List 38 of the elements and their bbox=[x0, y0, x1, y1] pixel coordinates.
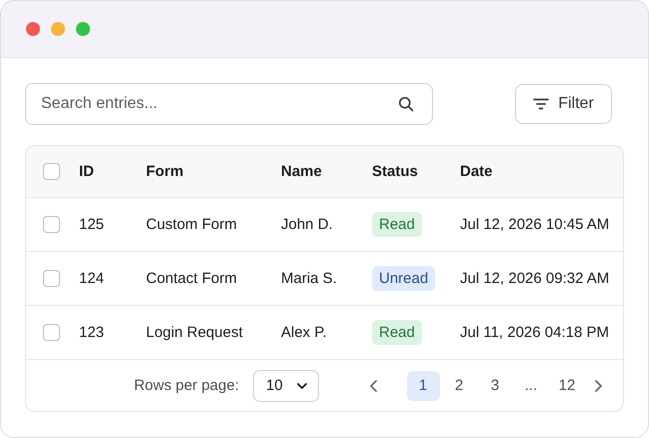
page-button[interactable]: 1 bbox=[406, 370, 440, 400]
column-header: Form bbox=[146, 163, 184, 180]
column-header: Status bbox=[372, 163, 419, 180]
column-header: Name bbox=[281, 163, 323, 180]
page-button[interactable]: 2 bbox=[442, 370, 476, 400]
table-cell-text: Jul 11, 2026 04:18 PM bbox=[460, 324, 610, 341]
table-cell-text: John D. bbox=[281, 216, 334, 233]
page-button[interactable]: 3 bbox=[478, 370, 512, 400]
filter-button[interactable]: Filter bbox=[515, 84, 612, 124]
table-cell-text: 124 bbox=[79, 270, 106, 287]
status-tag: Unread bbox=[372, 266, 436, 291]
page-button[interactable]: 12 bbox=[550, 370, 584, 400]
table-cell-text: Jul 12, 2026 09:32 AM bbox=[460, 270, 610, 287]
column-header: ID bbox=[79, 163, 95, 180]
minimize-window-button[interactable] bbox=[51, 22, 65, 36]
table-cell-text: Alex P. bbox=[281, 324, 328, 341]
search-icon bbox=[398, 96, 414, 112]
filter-icon bbox=[533, 98, 550, 110]
table-cell-text: 125 bbox=[79, 216, 106, 233]
select-all-checkbox[interactable] bbox=[43, 163, 60, 180]
row-checkbox[interactable] bbox=[43, 216, 60, 233]
status-tag: Read bbox=[372, 212, 422, 237]
table-cell-text: Maria S. bbox=[281, 270, 338, 287]
row-checkbox[interactable] bbox=[43, 324, 60, 341]
table-cell-text: Contact Form bbox=[146, 270, 238, 287]
rows-per-page-label: Rows per page: bbox=[134, 377, 239, 394]
page-button[interactable]: ... bbox=[514, 370, 548, 400]
table-cell-text: 123 bbox=[79, 324, 106, 341]
rows-per-page-select[interactable]: 10 bbox=[253, 370, 319, 402]
table-cell-text: Jul 12, 2026 10:45 AM bbox=[460, 216, 610, 233]
column-header: Date bbox=[460, 163, 494, 180]
status-tag: Read bbox=[372, 320, 422, 345]
table-cell-text: Custom Form bbox=[146, 216, 238, 233]
close-window-button[interactable] bbox=[26, 22, 40, 36]
row-checkbox[interactable] bbox=[43, 270, 60, 287]
table-cell-text: Login Request bbox=[146, 324, 244, 341]
search-field[interactable]: Search entries... bbox=[25, 83, 433, 125]
zoom-window-button[interactable] bbox=[76, 22, 90, 36]
